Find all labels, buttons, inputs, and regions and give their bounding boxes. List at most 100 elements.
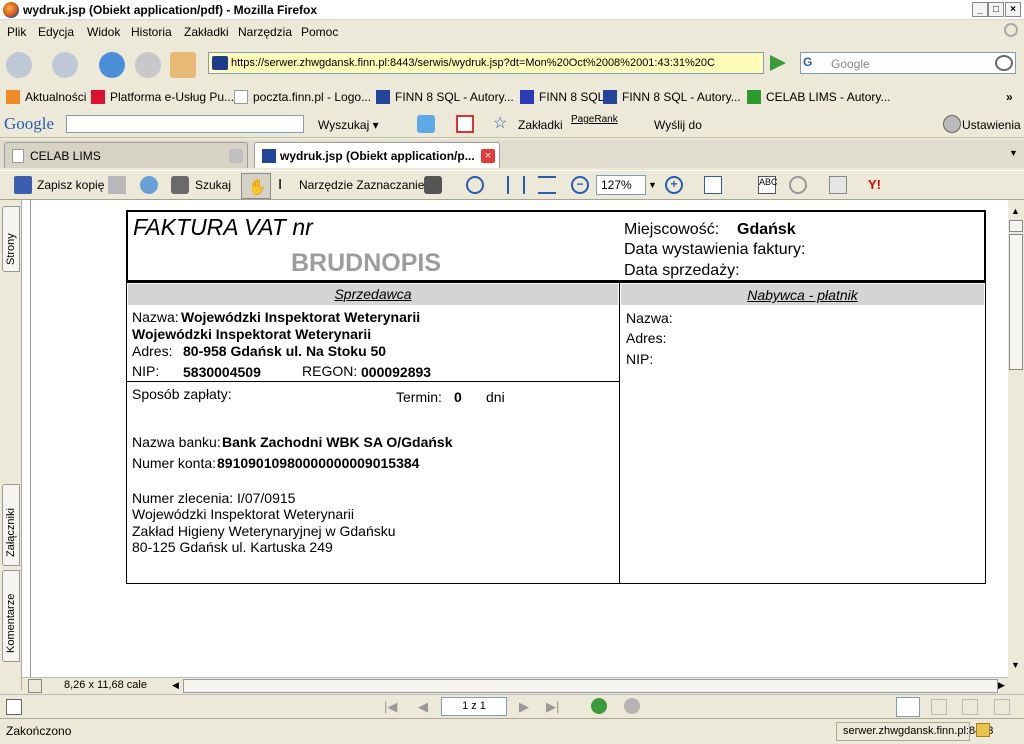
- bookmark-item[interactable]: poczta.finn.pl - Logo...: [234, 90, 371, 104]
- hand-tool-button[interactable]: ✋: [241, 173, 271, 199]
- menu-historia[interactable]: Historia: [131, 25, 172, 39]
- scroll-up-arrow-icon[interactable]: ▲: [1011, 206, 1020, 216]
- menu-plik[interactable]: Plik: [7, 25, 26, 39]
- maximize-button[interactable]: □: [988, 2, 1004, 17]
- forward-button[interactable]: [52, 52, 78, 78]
- menu-narzedzia[interactable]: Narzędzia: [238, 25, 292, 39]
- nip-label: NIP:: [132, 363, 160, 379]
- scroll-right-arrow-icon[interactable]: ▶: [998, 680, 1005, 691]
- bookmark-item[interactable]: FINN 8 SQL - Autory...: [603, 90, 741, 104]
- account-value: 89109010980000000009015384: [217, 455, 420, 471]
- continuous-view-icon[interactable]: [931, 699, 947, 715]
- home-button[interactable]: [170, 52, 196, 78]
- bookmark-item[interactable]: Aktualności: [6, 90, 86, 104]
- spellcheck-icon[interactable]: ABC: [758, 176, 778, 194]
- menu-widok[interactable]: Widok: [87, 25, 120, 39]
- google-toolbar-search-input[interactable]: [66, 115, 304, 133]
- scroll-down-arrow-icon[interactable]: ▼: [1011, 660, 1020, 670]
- hand-icon: ✋: [248, 179, 267, 196]
- camera-icon[interactable]: [424, 176, 442, 194]
- minimize-button[interactable]: _: [972, 2, 988, 17]
- bookmark-item[interactable]: Platforma e-Usług Pu...: [91, 90, 234, 104]
- url-bar[interactable]: https://serwer.zhwgdansk.finn.pl:8443/se…: [208, 52, 764, 74]
- binoculars-icon: [171, 176, 189, 194]
- last-page-icon[interactable]: ▶|: [546, 699, 559, 715]
- scroll-button[interactable]: [1009, 220, 1023, 232]
- send-to-button[interactable]: Wyślij do: [654, 118, 702, 132]
- more-bookmarks-chevron-icon[interactable]: »: [1006, 90, 1013, 104]
- prev-page-icon[interactable]: ◀: [418, 699, 428, 715]
- first-page-icon[interactable]: |◀: [384, 699, 397, 715]
- payment-method-label: Sposób zapłaty:: [132, 386, 232, 402]
- vertical-scrollbar[interactable]: ▲ ▼: [1008, 200, 1024, 677]
- scroll-thumb[interactable]: [1009, 234, 1023, 370]
- email-icon[interactable]: [140, 176, 158, 194]
- search-box[interactable]: G Google: [800, 52, 1016, 74]
- next-page-icon[interactable]: ▶: [519, 699, 529, 715]
- settings-button[interactable]: Ustawienia: [962, 118, 1021, 132]
- padlock-icon[interactable]: [976, 723, 990, 737]
- menu-zakladki[interactable]: Zakładki: [184, 25, 229, 39]
- puzzle-icon[interactable]: [417, 115, 435, 133]
- select-tool-button[interactable]: Narzędzie Zaznaczanie: [299, 178, 424, 192]
- zoom-out-icon[interactable]: −: [571, 176, 589, 194]
- menu-edycja[interactable]: Edycja: [38, 25, 74, 39]
- google-toolbar: Google Wyszukaj ▾ ☆ Zakładki PageRank Wy…: [0, 110, 1024, 138]
- gmail-icon[interactable]: [456, 115, 474, 133]
- zoom-dropdown-chevron-icon[interactable]: ▼: [648, 180, 657, 190]
- window-title: wydruk.jsp (Obiekt application/pdf) - Mo…: [23, 3, 318, 17]
- seller-address-label: Adres:: [132, 343, 173, 359]
- stop-button[interactable]: [135, 52, 161, 78]
- menu-pomoc[interactable]: Pomoc: [301, 25, 338, 39]
- buyer-header: Nabywca - płatnik: [621, 284, 984, 305]
- scroll-left-arrow-icon[interactable]: ◀: [172, 680, 179, 691]
- side-panel-tabs: Strony Załączniki Komentarze: [0, 200, 22, 690]
- back-view-icon[interactable]: [591, 698, 607, 714]
- fit-height-icon[interactable]: [507, 176, 525, 194]
- undo-icon[interactable]: [789, 176, 807, 194]
- rotate-pages-icon[interactable]: [704, 176, 722, 194]
- yahoo-icon[interactable]: Y!: [868, 177, 881, 192]
- tab-list-chevron-icon[interactable]: ▼: [1009, 148, 1018, 158]
- tab-zalaczniki[interactable]: Załączniki: [2, 484, 20, 566]
- tab-strony[interactable]: Strony: [2, 206, 20, 272]
- tab-komentarze[interactable]: Komentarze: [2, 570, 20, 662]
- bookmarks-button[interactable]: Zakładki: [518, 118, 563, 132]
- single-page-view-icon[interactable]: [896, 697, 920, 717]
- copy-icon[interactable]: [829, 176, 847, 194]
- horizontal-scroll-track[interactable]: [183, 679, 998, 693]
- buyer-name-label: Nazwa:: [626, 310, 673, 326]
- recipient-line: Wojewódzki Inspektorat Weterynarii: [132, 506, 355, 522]
- bookmark-item[interactable]: FINN 8 SQL - Autory...: [376, 90, 514, 104]
- facing-view-icon[interactable]: [962, 699, 978, 715]
- search-button[interactable]: Szukaj: [195, 178, 231, 192]
- close-tab-icon[interactable]: [229, 149, 243, 163]
- search-icon[interactable]: [995, 55, 1013, 71]
- zoom-level-field[interactable]: 127%: [596, 175, 646, 195]
- tab-celab-lims[interactable]: CELAB LIMS: [4, 142, 248, 168]
- seller-name-line2: Wojewódzki Inspektorat Weterynarii: [132, 326, 372, 342]
- star-icon[interactable]: ☆: [493, 115, 511, 133]
- google-search-button[interactable]: Wyszukaj ▾: [318, 118, 379, 132]
- page-number-field[interactable]: 1 z 1: [441, 697, 507, 716]
- zoom-in-icon[interactable]: +: [665, 176, 683, 194]
- back-button[interactable]: [6, 52, 32, 78]
- fit-width-icon[interactable]: [538, 176, 556, 194]
- buyer-nip-label: NIP:: [626, 351, 654, 367]
- close-window-button[interactable]: ×: [1005, 2, 1021, 17]
- forward-view-icon[interactable]: [624, 698, 640, 714]
- bookmark-item[interactable]: FINN 8 SQL: [520, 90, 604, 104]
- continuous-facing-view-icon[interactable]: [994, 699, 1010, 715]
- tab-wydruk[interactable]: wydruk.jsp (Obiekt application/p... ×: [254, 142, 500, 168]
- account-label: Numer konta:: [132, 455, 217, 471]
- flag-icon: [91, 90, 105, 104]
- panel-toggle-icon[interactable]: [6, 699, 22, 715]
- close-tab-icon[interactable]: ×: [481, 149, 495, 163]
- page-navigation-bar: |◀ ◀ 1 z 1 ▶ ▶|: [0, 694, 1024, 718]
- bookmark-item[interactable]: CELAB LIMS - Autory...: [747, 90, 891, 104]
- save-copy-button[interactable]: Zapisz kopię: [37, 178, 104, 192]
- print-icon[interactable]: [108, 176, 126, 194]
- reload-button[interactable]: [99, 52, 125, 78]
- bookmarks-toolbar: Aktualności Platforma e-Usług Pu... pocz…: [0, 84, 1024, 110]
- zoom-magnifier-icon[interactable]: [466, 176, 484, 194]
